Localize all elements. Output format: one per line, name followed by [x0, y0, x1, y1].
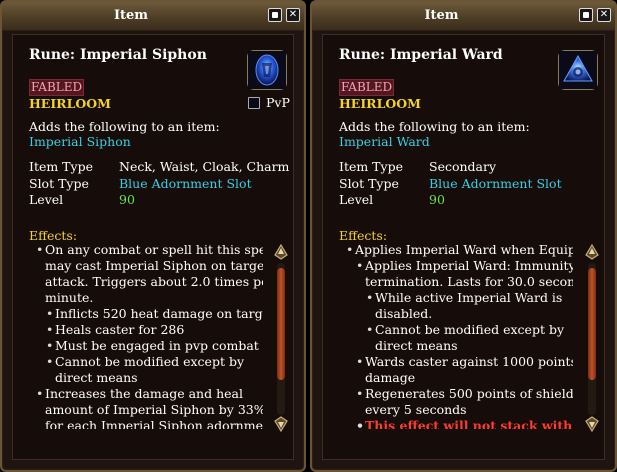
effect-line: Applies Imperial Ward: Immunity on [356, 258, 573, 274]
scroll-down-icon[interactable] [584, 416, 600, 432]
effect-line: damage [365, 370, 416, 385]
tier-badge: FABLED [29, 79, 85, 96]
item-type-value: Secondary [429, 159, 497, 174]
item-type-label: Item Type [339, 159, 403, 174]
effects-list: On any combat or spell hit this spellmay… [33, 242, 263, 429]
effect-line: Increases the damage and heal [36, 386, 243, 402]
scroll-up-icon[interactable] [584, 244, 600, 260]
pin-button[interactable] [579, 8, 593, 22]
rune-icon[interactable] [558, 50, 598, 90]
item-window-imperial-siphon: Item ✕ Rune: Imperial Siphon PvP FABLED … [0, 0, 306, 472]
effect-line: Cannot be modified except by [366, 322, 564, 338]
item-details: Rune: Imperial Ward FABLED HEIRLOOM Adds… [322, 34, 605, 460]
level-value: 90 [429, 192, 445, 207]
effect-line: may cast Imperial Siphon on target of [45, 258, 263, 273]
item-window-imperial-ward: Item ✕ Rune: Imperial Ward FABLED HEIRLO… [310, 0, 617, 472]
rune-icon[interactable] [247, 50, 287, 90]
scroll-thumb[interactable] [277, 268, 285, 380]
pvp-checkbox[interactable] [248, 97, 260, 109]
effect-line: On any combat or spell hit this spell [36, 242, 263, 258]
effect-line: termination. Lasts for 30.0 seconds. [365, 274, 573, 289]
effect-line: While active Imperial Ward is [366, 290, 562, 306]
effect-line: attack. Triggers about 2.0 times per [45, 274, 263, 289]
effect-line: Applies Imperial Ward when Equipped. [346, 242, 573, 258]
effect-line: amount of Imperial Siphon by 33% [45, 402, 263, 417]
adds-text: Adds the following to an item: [29, 119, 220, 134]
heirloom-label: HEIRLOOM [339, 96, 421, 111]
window-title: Item [113, 8, 149, 23]
item-name: Rune: Imperial Ward [339, 47, 503, 63]
effect-line: direct means [375, 338, 458, 353]
effect-line: Cannot be modified except by [46, 354, 244, 370]
effect-line: This effect will not stack with any [356, 418, 573, 429]
effect-line: minute. [45, 290, 94, 305]
level-label: Level [339, 192, 374, 207]
adds-text: Adds the following to an item: [339, 119, 530, 134]
effect-line: Regenerates 500 points of shielding [356, 386, 573, 402]
slot-type-label: Slot Type [339, 176, 399, 191]
spell-link[interactable]: Imperial Ward [339, 134, 430, 149]
close-button[interactable]: ✕ [597, 8, 611, 22]
scroll-up-icon[interactable] [273, 244, 289, 260]
effect-line: Must be engaged in pvp combat [46, 338, 259, 354]
slot-type-label: Slot Type [29, 176, 89, 191]
effect-line: direct means [55, 370, 138, 385]
pvp-label: PvP [266, 95, 290, 110]
item-name: Rune: Imperial Siphon [29, 47, 207, 63]
heirloom-label: HEIRLOOM [29, 96, 111, 111]
scroll-down-icon[interactable] [273, 416, 289, 432]
effect-line: disabled. [375, 306, 433, 321]
effect-line: Wards caster against 1000 points of all [356, 354, 573, 370]
window-title: Item [424, 8, 459, 23]
effects-list: Applies Imperial Ward when Equipped.Appl… [343, 242, 573, 429]
effects-scrollbar[interactable] [584, 244, 600, 432]
effects-scrollbar[interactable] [273, 244, 289, 432]
slot-type-value: Blue Adornment Slot [119, 176, 252, 191]
scroll-thumb[interactable] [588, 268, 596, 380]
effect-line: Heals caster for 286 [46, 322, 184, 338]
window-titlebar[interactable]: Item ✕ [312, 2, 615, 31]
item-type-value: Neck, Waist, Cloak, Charm [119, 159, 290, 174]
effect-line: every 5 seconds [365, 402, 467, 417]
pin-button[interactable] [268, 8, 282, 22]
close-button[interactable]: ✕ [286, 8, 300, 22]
tier-badge: FABLED [339, 79, 395, 96]
spell-link[interactable]: Imperial Siphon [29, 134, 131, 149]
level-value: 90 [119, 192, 135, 207]
item-details: Rune: Imperial Siphon PvP FABLED HEIRLOO… [12, 34, 294, 460]
item-type-label: Item Type [29, 159, 93, 174]
effect-line: Inflicts 520 heat damage on target [46, 306, 263, 322]
window-titlebar[interactable]: Item ✕ [2, 2, 304, 31]
effects-heading: Effects: [29, 228, 78, 243]
effect-line: for each Imperial Siphon adornment [45, 418, 263, 429]
slot-type-value: Blue Adornment Slot [429, 176, 562, 191]
effects-heading: Effects: [339, 228, 388, 243]
level-label: Level [29, 192, 64, 207]
